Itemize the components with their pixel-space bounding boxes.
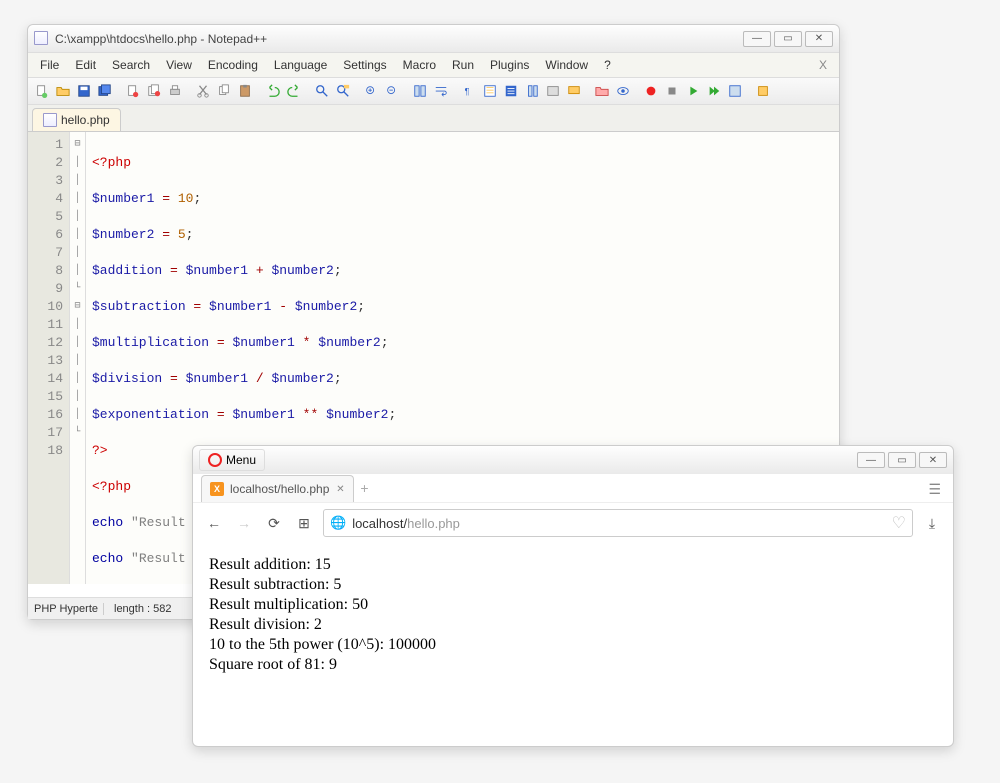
xampp-icon: X — [210, 482, 224, 496]
status-lang: PHP Hyperte — [34, 603, 104, 615]
save-icon[interactable] — [74, 81, 94, 101]
redo-icon[interactable] — [284, 81, 304, 101]
plugin-icon[interactable] — [753, 81, 773, 101]
output-line: Result subtraction: 5 — [209, 575, 937, 595]
close-file-icon[interactable] — [123, 81, 143, 101]
output-line: 10 to the 5th power (10^5): 100000 — [209, 635, 937, 655]
browser-close-button[interactable]: ✕ — [919, 452, 947, 468]
show-all-chars-icon[interactable]: ¶ — [459, 81, 479, 101]
address-bar[interactable]: 🌐 localhost/hello.php ♡ — [323, 509, 913, 537]
browser-tab[interactable]: X localhost/hello.php ✕ — [201, 475, 354, 502]
maximize-button[interactable]: ▭ — [774, 31, 802, 47]
find-icon[interactable] — [312, 81, 332, 101]
menu-window[interactable]: Window — [537, 55, 596, 75]
output-line: Result division: 2 — [209, 615, 937, 635]
menu-settings[interactable]: Settings — [335, 55, 394, 75]
menu-language[interactable]: Language — [266, 55, 335, 75]
browser-maximize-button[interactable]: ▭ — [888, 452, 916, 468]
open-file-icon[interactable] — [53, 81, 73, 101]
menu-edit[interactable]: Edit — [67, 55, 104, 75]
status-length: length : 582 — [114, 603, 194, 615]
copy-icon[interactable] — [214, 81, 234, 101]
url-host: localhost/ — [352, 516, 407, 531]
output-line: Result addition: 15 — [209, 555, 937, 575]
browser-minimize-button[interactable]: — — [857, 452, 885, 468]
menu-plugins[interactable]: Plugins — [482, 55, 537, 75]
line-number-gutter: 123456789101112131415161718 — [28, 132, 70, 584]
record-macro-icon[interactable] — [641, 81, 661, 101]
new-file-icon[interactable] — [32, 81, 52, 101]
tabbar: hello.php — [28, 105, 839, 132]
toolbar: ¶ — [28, 78, 839, 105]
menu-file[interactable]: File — [32, 55, 67, 75]
browser-window: Menu — ▭ ✕ X localhost/hello.php ✕ + ☰ ←… — [192, 445, 954, 747]
menubar: File Edit Search View Encoding Language … — [28, 53, 839, 78]
fold-gutter[interactable]: ⊟│││││││└⊟││││││└ — [70, 132, 86, 584]
svg-text:¶: ¶ — [465, 87, 470, 97]
print-icon[interactable] — [165, 81, 185, 101]
menu-encoding[interactable]: Encoding — [200, 55, 266, 75]
reload-button[interactable]: ⟳ — [263, 512, 285, 534]
php-file-icon — [43, 113, 57, 127]
browser-menu-label: Menu — [226, 453, 256, 467]
doc-map-icon[interactable] — [522, 81, 542, 101]
paste-icon[interactable] — [235, 81, 255, 101]
speed-dial-button[interactable]: ⊞ — [293, 512, 315, 534]
menu-help[interactable]: ? — [596, 55, 619, 75]
wordwrap-icon[interactable] — [431, 81, 451, 101]
zoom-out-icon[interactable] — [382, 81, 402, 101]
output-line: Result multiplication: 50 — [209, 595, 937, 615]
folder-icon[interactable] — [543, 81, 563, 101]
browser-menu-button[interactable]: Menu — [199, 449, 265, 471]
opera-icon — [208, 453, 222, 467]
tab-close-icon[interactable]: ✕ — [335, 484, 345, 494]
play-multi-icon[interactable] — [704, 81, 724, 101]
notepad-titlebar[interactable]: C:\xampp\htdocs\hello.php - Notepad++ — … — [28, 25, 839, 53]
close-button[interactable]: ✕ — [805, 31, 833, 47]
browser-tabbar: X localhost/hello.php ✕ + ☰ — [193, 474, 953, 502]
play-macro-icon[interactable] — [683, 81, 703, 101]
menu-search[interactable]: Search — [104, 55, 158, 75]
close-all-icon[interactable] — [144, 81, 164, 101]
menubar-close-icon[interactable]: X — [811, 55, 835, 75]
cut-icon[interactable] — [193, 81, 213, 101]
back-button[interactable]: ← — [203, 512, 225, 534]
page-content: Result addition: 15 Result subtraction: … — [193, 543, 953, 687]
menu-run[interactable]: Run — [444, 55, 482, 75]
replace-icon[interactable] — [333, 81, 353, 101]
browser-titlebar[interactable]: Menu — ▭ ✕ — [193, 446, 953, 474]
window-title: C:\xampp\htdocs\hello.php - Notepad++ — [55, 32, 743, 46]
tab-menu-icon[interactable]: ☰ — [924, 477, 945, 502]
browser-navbar: ← → ⟳ ⊞ 🌐 localhost/hello.php ♡ ⤓ — [193, 502, 953, 543]
save-macro-icon[interactable] — [725, 81, 745, 101]
undo-icon[interactable] — [263, 81, 283, 101]
menu-view[interactable]: View — [158, 55, 200, 75]
new-tab-button[interactable]: + — [354, 474, 374, 502]
file-tab-label: hello.php — [61, 113, 110, 127]
monitor-icon[interactable] — [564, 81, 584, 101]
output-line: Square root of 81: 9 — [209, 655, 937, 675]
file-tab[interactable]: hello.php — [32, 108, 121, 131]
url-path: hello.php — [407, 516, 460, 531]
stop-macro-icon[interactable] — [662, 81, 682, 101]
indent-guide-icon[interactable] — [480, 81, 500, 101]
save-all-icon[interactable] — [95, 81, 115, 101]
bookmark-icon[interactable]: ♡ — [892, 513, 906, 533]
globe-icon: 🌐 — [330, 515, 346, 531]
minimize-button[interactable]: — — [743, 31, 771, 47]
download-button[interactable]: ⤓ — [921, 512, 943, 534]
zoom-in-icon[interactable] — [361, 81, 381, 101]
app-icon — [34, 31, 50, 47]
folder-open-icon[interactable] — [592, 81, 612, 101]
eye-icon[interactable] — [613, 81, 633, 101]
browser-tab-label: localhost/hello.php — [230, 482, 329, 496]
menu-macro[interactable]: Macro — [395, 55, 444, 75]
sync-scroll-icon[interactable] — [410, 81, 430, 101]
function-list-icon[interactable] — [501, 81, 521, 101]
forward-button[interactable]: → — [233, 512, 255, 534]
